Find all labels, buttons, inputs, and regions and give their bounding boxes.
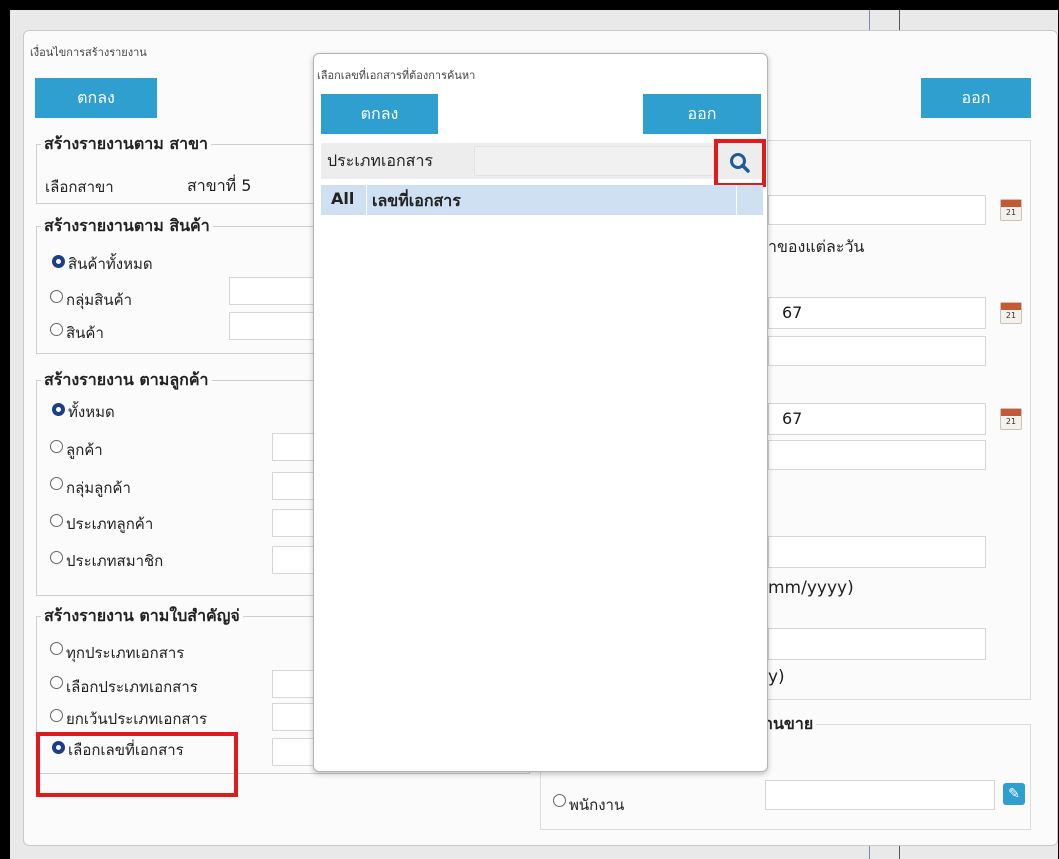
date-to-field[interactable]: 67 <box>768 403 986 435</box>
member-type-field[interactable] <box>272 546 314 574</box>
window-title: เงื่อนไขการสร้างรายงาน <box>30 46 147 59</box>
dialog-ok-button[interactable]: ตกลง <box>321 94 438 134</box>
format-hint-month: mm/yyyy) <box>768 578 854 598</box>
customer-group-field[interactable] <box>272 472 314 500</box>
radio-all-customers[interactable] <box>52 403 65 416</box>
product-field[interactable] <box>229 312 314 340</box>
option-customer-type: ประเภทลูกค้า <box>66 515 154 533</box>
doc-type-label: ประเภทเอกสาร <box>327 151 434 170</box>
search-icon[interactable] <box>714 139 766 187</box>
calendar-icon[interactable]: 21 <box>1000 199 1022 221</box>
month-field[interactable] <box>768 536 986 568</box>
salesperson-legend: านขาย <box>764 714 814 733</box>
calendar-icon[interactable]: 21 <box>1000 302 1022 324</box>
date-from-field[interactable]: 67 <box>768 297 986 329</box>
customer-field[interactable] <box>272 433 314 461</box>
option-all-doc-types: ทุกประเภทเอกสาร <box>66 644 185 662</box>
divider-line <box>899 10 900 30</box>
option-customer-group: กลุ่มลูกค้า <box>66 479 131 497</box>
header-all[interactable]: All <box>331 189 354 208</box>
branch-label: เลือกสาขา <box>45 178 114 196</box>
radio-all-doc-types[interactable] <box>50 642 63 655</box>
option-customer: ลูกค้า <box>66 441 103 459</box>
doc-type-field[interactable] <box>272 670 314 698</box>
doc-number-field[interactable] <box>272 738 314 766</box>
edit-icon[interactable]: ✎ <box>1003 783 1025 805</box>
dialog-title: เลือกเลขที่เอกสารที่ต้องการค้นหา <box>317 69 476 82</box>
header-doc-number[interactable]: เลขที่เอกสาร <box>372 189 461 214</box>
time-to-field[interactable] <box>768 440 986 470</box>
radio-customer[interactable] <box>50 440 63 453</box>
option-salesperson: พนักงาน <box>569 796 625 814</box>
divider-line <box>899 846 900 859</box>
radio-customer-group[interactable] <box>50 477 63 490</box>
format-hint-year: y) <box>768 667 785 687</box>
customer-group-legend: สร้างรายงาน ตามลูกค้า <box>44 370 209 389</box>
exclude-doc-type-field[interactable] <box>272 703 314 731</box>
radio-exclude-doc-type[interactable] <box>50 709 63 722</box>
product-group-field[interactable] <box>229 277 314 305</box>
document-group-legend: สร้างรายงาน ตามใบสำคัญจ่ <box>44 606 240 625</box>
start-date-field[interactable] <box>768 195 986 225</box>
branch-group-legend: สร้างรายงานตาม สาขา <box>44 134 209 153</box>
dialog-exit-button[interactable]: ออก <box>643 94 761 134</box>
option-member-type: ประเภทสมาชิก <box>66 552 164 570</box>
calendar-icon[interactable]: 21 <box>1000 408 1022 430</box>
radio-product-group[interactable] <box>50 290 63 303</box>
highlight-box <box>36 732 238 797</box>
column-divider <box>736 185 737 215</box>
exit-button[interactable]: ออก <box>921 78 1031 118</box>
date-note: าของแต่ละวัน <box>768 237 865 256</box>
salesperson-field[interactable] <box>765 780 995 810</box>
radio-customer-type[interactable] <box>50 514 63 527</box>
divider-line <box>869 846 870 859</box>
radio-select-doc-type[interactable] <box>50 676 63 689</box>
product-group-legend: สร้างรายงานตาม สินค้า <box>44 216 210 235</box>
radio-product[interactable] <box>50 323 63 336</box>
radio-member-type[interactable] <box>50 551 63 564</box>
year-field[interactable] <box>768 628 986 660</box>
option-product: สินค้า <box>66 324 104 342</box>
radio-all-products[interactable] <box>52 255 65 268</box>
ok-button[interactable]: ตกลง <box>35 78 157 118</box>
time-from-field[interactable] <box>768 336 986 366</box>
customer-type-field[interactable] <box>272 509 314 537</box>
branch-select[interactable]: สาขาที่ 5 <box>187 174 251 199</box>
option-all-products: สินค้าทั้งหมด <box>68 255 153 273</box>
radio-salesperson[interactable] <box>553 794 566 807</box>
column-divider <box>366 185 367 215</box>
divider-line <box>869 10 870 30</box>
option-select-doc-type: เลือกประเภทเอกสาร <box>66 678 198 696</box>
option-product-group: กลุ่มสินค้า <box>66 291 133 309</box>
option-exclude-doc-type: ยกเว้นประเภทเอกสาร <box>66 710 208 728</box>
option-all-customers: ทั้งหมด <box>68 403 115 421</box>
doc-type-input[interactable] <box>474 146 714 176</box>
